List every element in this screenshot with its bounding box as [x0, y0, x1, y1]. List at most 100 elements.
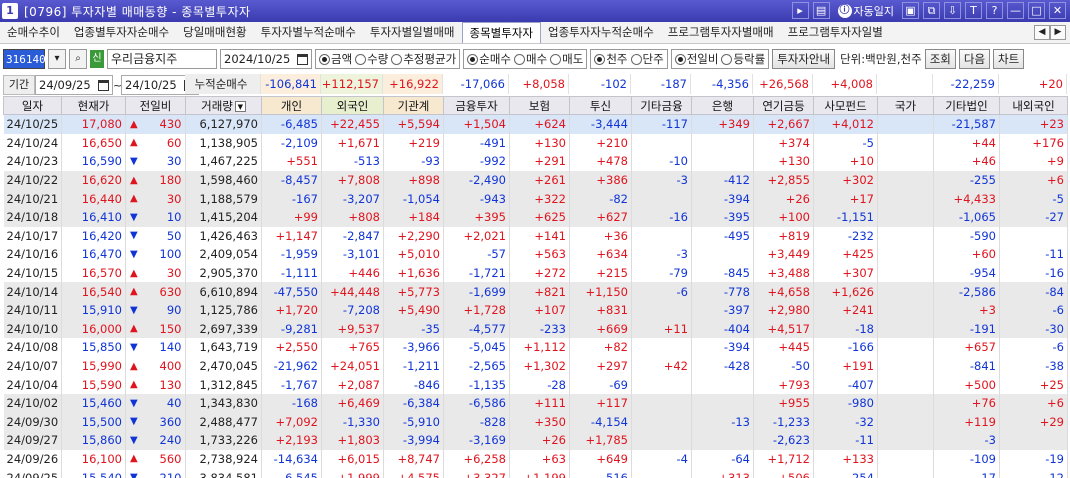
table-row[interactable]: 24/09/30 15,500 ▼ 360 2,488,477 +7,092 -1,330…	[3, 412, 1068, 432]
column-header-12[interactable]: 연기금등	[753, 96, 814, 115]
radio-dot[interactable]	[630, 53, 642, 65]
copy-window-icon[interactable]: ⧉	[923, 2, 940, 19]
tab-2[interactable]: 당일매매현황	[176, 22, 253, 43]
radio-dot[interactable]	[721, 53, 733, 65]
column-header-0[interactable]: 일자	[3, 96, 62, 115]
font-size-icon[interactable]: T	[965, 2, 982, 19]
column-header-9[interactable]: 투신	[569, 96, 632, 115]
radio-option-2[interactable]: 추정평균가	[391, 51, 456, 67]
radio-option-1[interactable]: 단주	[630, 51, 664, 67]
radio-option-1[interactable]: 매수	[514, 51, 547, 67]
table-row[interactable]: 24/10/04 15,590 ▲ 130 1,312,845 -1,767 +2,087…	[3, 375, 1068, 394]
pin-icon[interactable]: ⇩	[944, 2, 961, 19]
investor-value-cell: -397	[691, 300, 754, 320]
stock-code-input[interactable]: 316140	[3, 49, 46, 69]
table-row[interactable]: 24/10/15 16,570 ▲ 30 2,905,370 -1,111 +446 +1,…	[3, 263, 1068, 283]
column-header-14[interactable]: 국가	[877, 96, 934, 115]
table-row[interactable]: 24/09/26 16,100 ▲ 560 2,738,924 -14,634 +6,01…	[3, 449, 1068, 469]
search-icon[interactable]: ⌕	[69, 49, 87, 69]
investor-value-cell: -3,966	[383, 338, 444, 357]
investor-value-cell	[877, 170, 934, 190]
query-button[interactable]: 조회	[924, 49, 956, 69]
calendar-icon[interactable]	[98, 79, 109, 91]
table-row[interactable]: 24/10/08 15,850 ▼ 140 1,643,719 +2,550 +765 -3…	[3, 338, 1068, 357]
tab-3[interactable]: 투자자별누적순매수	[254, 22, 363, 43]
column-header-1[interactable]: 현재가	[61, 96, 126, 115]
table-row[interactable]: 24/10/07 15,990 ▲ 400 2,470,045 -21,962 +24,0…	[3, 356, 1068, 376]
radio-option-0[interactable]: 전일비	[674, 51, 718, 67]
radio-dot[interactable]	[391, 53, 403, 65]
table-row[interactable]: 24/10/11 15,910 ▼ 90 1,125,786 +1,720 -7,208 +…	[3, 300, 1068, 320]
radio-option-1[interactable]: 수량	[355, 51, 388, 67]
investor-value-cell: +649	[569, 449, 632, 469]
column-header-10[interactable]: 기타금융	[631, 96, 692, 115]
tab-0[interactable]: 순매수추이	[0, 22, 67, 43]
down-arrow-icon: ▼	[130, 155, 138, 167]
table-row[interactable]: 24/10/21 16,440 ▲ 30 1,188,579 -167 -3,207 -1,…	[3, 189, 1068, 208]
tab-scroll-right-icon[interactable]: ▶	[1050, 25, 1066, 40]
investor-info-button[interactable]: 투자자안내	[772, 49, 836, 69]
column-header-3[interactable]: 거래량 ▼	[185, 96, 262, 115]
tab-5[interactable]: 종목별투자자	[461, 22, 541, 43]
radio-option-0[interactable]: 금액	[319, 51, 352, 67]
column-header-4[interactable]: 개인	[261, 96, 322, 115]
table-row[interactable]: 24/10/18 16,410 ▼ 10 1,415,204 +99 +808 +184 +3…	[3, 207, 1068, 227]
table-row[interactable]: 24/10/14 16,540 ▲ 630 6,610,894 -47,550 +44,4…	[3, 282, 1068, 301]
next-button[interactable]: 다음	[958, 49, 991, 69]
radio-dot[interactable]	[467, 53, 479, 65]
radio-option-0[interactable]: 천주	[594, 51, 628, 67]
radio-dot[interactable]	[674, 53, 686, 65]
close-icon[interactable]: ✕	[1049, 2, 1066, 19]
tab-6[interactable]: 업종투자자누적순매수	[541, 22, 661, 43]
column-header-8[interactable]: 보험	[509, 96, 570, 115]
table-row[interactable]: 24/10/24 16,650 ▲ 60 1,138,905 -2,109 +1,671 +…	[3, 133, 1068, 153]
column-header-2[interactable]: 전일비	[125, 96, 186, 115]
tab-7[interactable]: 프로그램투자자별매매	[661, 22, 781, 43]
column-header-16[interactable]: 내외국인	[999, 96, 1068, 115]
tab-4[interactable]: 투자자별일별매매	[363, 22, 462, 43]
radio-dot[interactable]	[514, 53, 525, 65]
radio-dot[interactable]	[319, 53, 330, 65]
period-from-field[interactable]: 24/09/25	[35, 75, 113, 95]
link-icon[interactable]: ▸	[791, 2, 809, 19]
tab-scroll-left-icon[interactable]: ◀	[1034, 25, 1050, 40]
table-row[interactable]: 24/10/10 16,000 ▲ 150 2,697,339 -9,281 +9,537…	[3, 319, 1068, 339]
radio-option-2[interactable]: 매도	[550, 51, 583, 67]
radio-dot[interactable]	[355, 53, 367, 65]
table-row[interactable]: 24/10/25 17,080 ▲ 430 6,127,970 -6,485 +22,45…	[3, 114, 1068, 134]
menu-icon[interactable]: ▤	[812, 2, 830, 19]
table-row[interactable]: 24/10/17 16,420 ▼ 50 1,426,463 +1,147 -2,847 +…	[3, 226, 1068, 246]
investor-value-cell: -254	[813, 468, 878, 478]
radio-dot[interactable]	[550, 53, 562, 65]
column-header-15[interactable]: 기타법인	[933, 96, 1000, 115]
auto-journal-button[interactable]: ⓘ 자동일지	[834, 3, 898, 19]
column-header-6[interactable]: 기관계	[383, 96, 444, 115]
stock-name-field[interactable]: 우리금융지주	[107, 49, 217, 69]
radio-dot[interactable]	[594, 53, 606, 65]
tab-8[interactable]: 프로그램투자자일별	[781, 22, 890, 43]
table-row[interactable]: 24/09/27 15,860 ▼ 240 1,733,226 +2,193 +1,803…	[3, 431, 1068, 450]
investor-value-cell: -1,054	[383, 189, 444, 208]
table-row[interactable]: 24/10/23 16,590 ▼ 30 1,467,225 +551 -513 -93 -9…	[3, 152, 1068, 171]
column-header-5[interactable]: 외국인	[321, 96, 384, 115]
table-row[interactable]: 24/10/22 16,620 ▲ 180 1,598,460 -8,457 +7,808…	[3, 170, 1068, 190]
radio-option-0[interactable]: 순매수	[467, 51, 511, 67]
table-row[interactable]: 24/10/16 16,470 ▼ 100 2,409,054 -1,959 -3,101…	[3, 245, 1068, 264]
calendar-icon[interactable]	[297, 53, 308, 65]
chart-button[interactable]: 차트	[993, 49, 1025, 69]
help-icon[interactable]: ?	[986, 2, 1003, 19]
column-header-11[interactable]: 은행	[691, 96, 754, 115]
radio-option-1[interactable]: 등락률	[721, 51, 765, 67]
column-header-13[interactable]: 사모펀드	[813, 96, 878, 115]
table-row[interactable]: 24/09/25 15,540 ▼ 210 3,834,581 -6,545 +1,999…	[3, 468, 1068, 478]
minimize-icon[interactable]: —	[1007, 2, 1024, 19]
maximize-icon[interactable]: □	[1028, 2, 1045, 19]
tab-1[interactable]: 업종별투자자순매수	[67, 22, 176, 43]
dropdown-icon[interactable]: ▾	[48, 49, 66, 69]
table-row[interactable]: 24/10/02 15,460 ▼ 40 1,343,830 -168 +6,469 -6,…	[3, 393, 1068, 413]
column-header-7[interactable]: 금융투자	[443, 96, 510, 115]
sort-dropdown-icon[interactable]: ▼	[234, 100, 246, 112]
investor-value-cell: +184	[383, 207, 444, 227]
screen-icon[interactable]: ▣	[902, 2, 919, 19]
date-field[interactable]: 2024/10/25	[220, 49, 312, 69]
